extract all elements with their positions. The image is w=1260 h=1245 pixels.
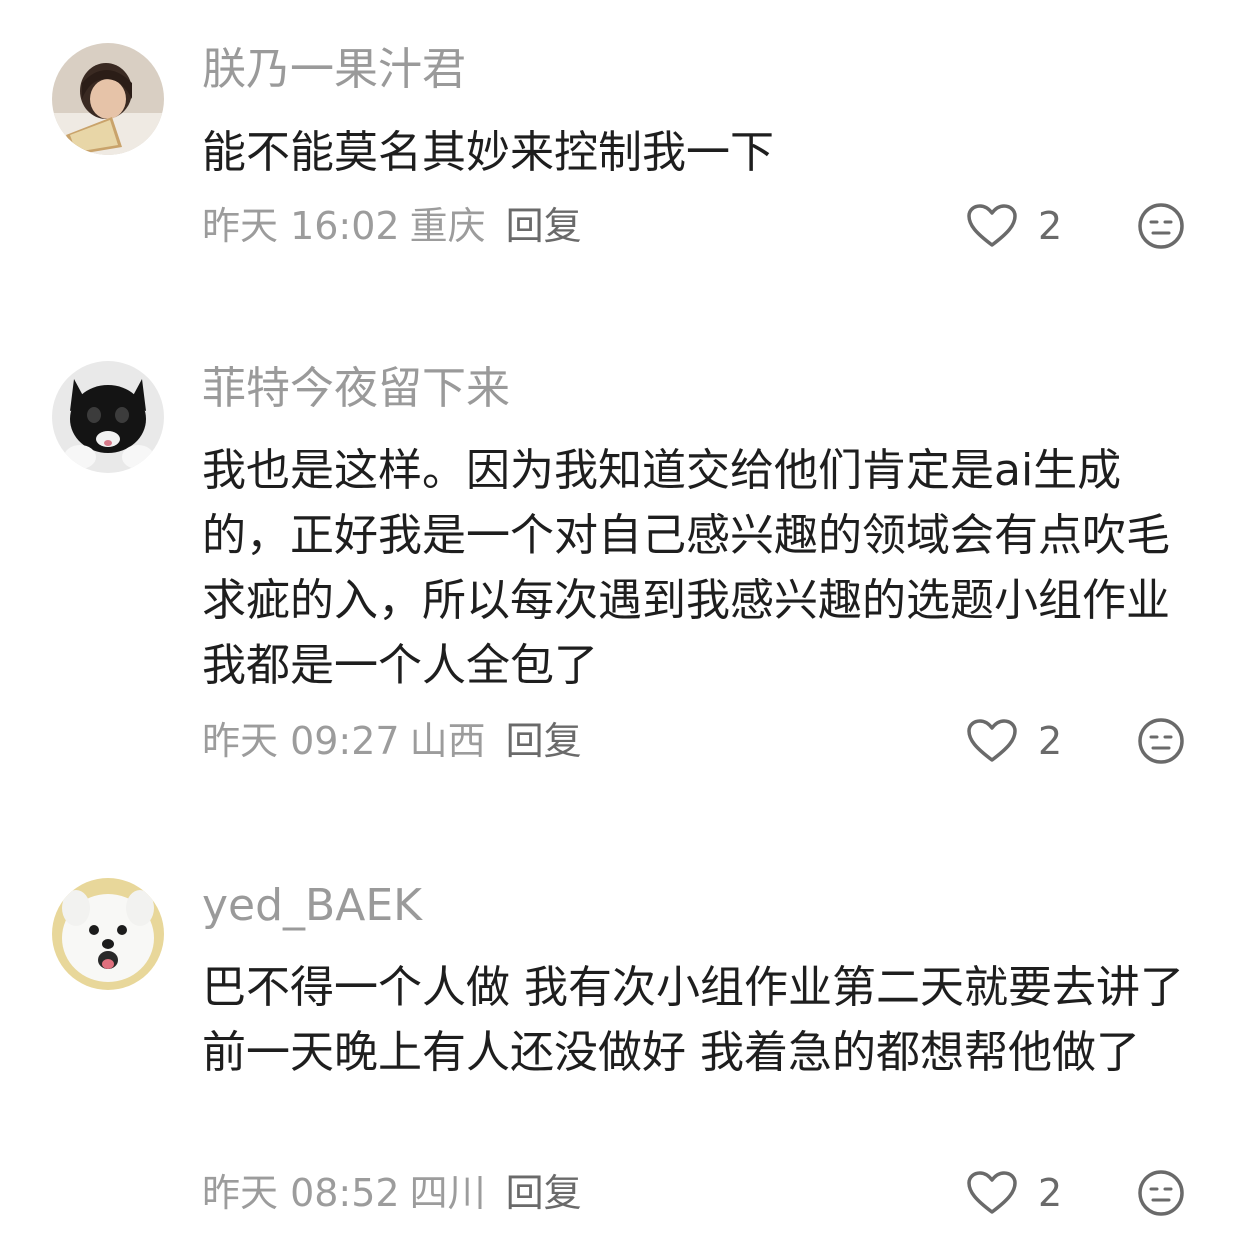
comment-meta: 昨天 09:27 山西 回复: [202, 713, 592, 769]
like-count: 2: [1038, 719, 1063, 763]
username[interactable]: yed_BAEK: [202, 878, 422, 934]
heart-icon: [967, 1171, 1017, 1214]
comment-time: 昨天 16:02: [202, 204, 400, 248]
username[interactable]: 菲特今夜留下来: [202, 361, 510, 417]
comment-meta: 昨天 08:52 四川 回复: [202, 1165, 592, 1221]
like-button[interactable]: 2: [966, 713, 1062, 769]
comment-meta: 昨天 16:02 重庆 回复: [202, 198, 592, 254]
heart-icon: [967, 719, 1017, 762]
dislike-button[interactable]: [1136, 1168, 1186, 1218]
comment-location: 山西: [409, 719, 486, 763]
avatar-black-cat-icon: [52, 361, 164, 473]
dislike-button[interactable]: [1136, 716, 1186, 766]
like-count: 2: [1038, 1171, 1063, 1215]
reply-button[interactable]: 回复: [506, 1171, 582, 1215]
like-button[interactable]: 2: [966, 198, 1062, 254]
comment-time: 昨天 08:52: [202, 1171, 400, 1215]
comment-location: 重庆: [409, 204, 486, 248]
meh-face-icon: [1138, 1170, 1184, 1216]
heart-icon: [967, 204, 1017, 247]
comment-text: 巴不得一个人做 我有次小组作业第二天就要去讲了 前一天晚上有人还没做好 我着急的…: [202, 962, 1184, 1078]
avatar[interactable]: [52, 361, 164, 473]
avatar-girl-reading-icon: [52, 43, 164, 155]
like-button[interactable]: 2: [966, 1165, 1062, 1221]
comment-location: 四川: [409, 1171, 486, 1215]
meh-face-icon: [1138, 718, 1184, 764]
avatar[interactable]: [52, 43, 164, 155]
meh-face-icon: [1138, 203, 1184, 249]
reply-button[interactable]: 回复: [506, 204, 582, 248]
comment-time: 昨天 09:27: [202, 719, 400, 763]
comment-text: 我也是这样。因为我知道交给他们肯定是ai生成的，正好我是一个对自己感兴趣的领域会…: [202, 445, 1170, 691]
reply-button[interactable]: 回复: [506, 719, 582, 763]
avatar[interactable]: [52, 878, 164, 990]
dislike-button[interactable]: [1136, 201, 1186, 251]
avatar-samoyed-dog-icon: [52, 878, 164, 990]
comment-text: 能不能莫名其妙来控制我一下: [202, 127, 774, 178]
like-count: 2: [1038, 204, 1063, 248]
username[interactable]: 朕乃一果汁君: [202, 42, 466, 98]
